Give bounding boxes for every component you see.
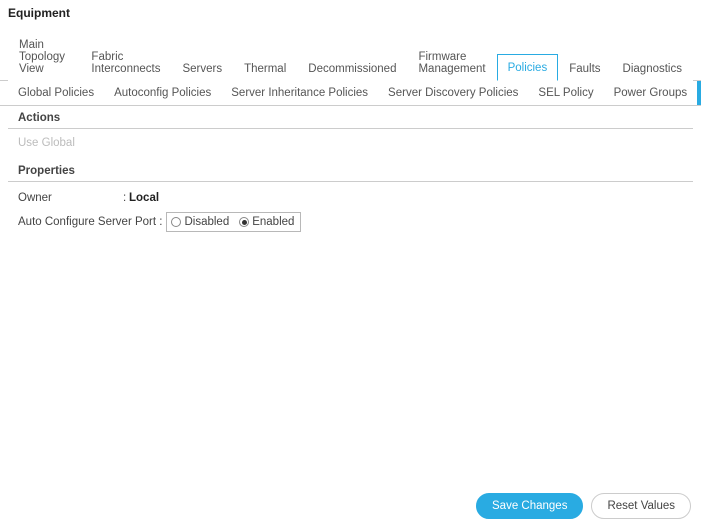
actions-body: Use Global (8, 129, 693, 159)
auto-configure-label: Auto Configure Server Port : (18, 216, 162, 228)
radio-disabled-label: Disabled (184, 216, 229, 228)
primary-tabs: Main Topology View Fabric Interconnects … (0, 30, 701, 81)
auto-configure-row: Auto Configure Server Port : Disabled En… (18, 208, 683, 236)
tab-firmware-management[interactable]: Firmware Management (407, 43, 496, 81)
tab-thermal[interactable]: Thermal (233, 55, 297, 81)
subtab-autoconfig-policies[interactable]: Autoconfig Policies (104, 81, 221, 105)
subtab-server-inheritance-policies[interactable]: Server Inheritance Policies (221, 81, 378, 105)
tab-diagnostics[interactable]: Diagnostics (612, 55, 693, 81)
secondary-tabs: Global Policies Autoconfig Policies Serv… (0, 81, 701, 106)
radio-enabled-circle (239, 217, 249, 227)
tab-decommissioned[interactable]: Decommissioned (297, 55, 407, 81)
tab-servers[interactable]: Servers (171, 55, 233, 81)
radio-disabled[interactable]: Disabled (171, 216, 229, 228)
properties-body: Owner : Local Auto Configure Server Port… (8, 182, 693, 246)
subtab-sel-policy[interactable]: SEL Policy (528, 81, 603, 105)
actions-header: Actions (8, 106, 693, 129)
save-changes-button[interactable]: Save Changes (476, 493, 583, 519)
owner-label: Owner (18, 192, 123, 204)
tab-main-topology-view[interactable]: Main Topology View (8, 31, 80, 81)
radio-enabled-label: Enabled (252, 216, 294, 228)
subtab-power-groups[interactable]: Power Groups (604, 81, 698, 105)
tab-fabric-interconnects[interactable]: Fabric Interconnects (80, 43, 171, 81)
properties-header: Properties (8, 159, 693, 182)
owner-row: Owner : Local (18, 188, 683, 208)
radio-enabled-dot (242, 220, 247, 225)
subtab-port-auto-discovery-policy[interactable]: Port Auto-Discovery Policy (697, 81, 701, 105)
reset-values-button[interactable]: Reset Values (591, 493, 691, 519)
page-title: Equipment (0, 0, 701, 30)
tab-faults[interactable]: Faults (558, 55, 611, 81)
tab-policies[interactable]: Policies (497, 54, 559, 81)
use-global-link: Use Global (18, 137, 75, 149)
radio-enabled[interactable]: Enabled (239, 216, 294, 228)
subtab-global-policies[interactable]: Global Policies (8, 81, 104, 105)
footer-buttons: Save Changes Reset Values (476, 493, 691, 519)
owner-value: Local (129, 192, 159, 204)
subtab-server-discovery-policies[interactable]: Server Discovery Policies (378, 81, 528, 105)
auto-configure-radio-group: Disabled Enabled (166, 212, 301, 232)
radio-disabled-circle (171, 217, 181, 227)
